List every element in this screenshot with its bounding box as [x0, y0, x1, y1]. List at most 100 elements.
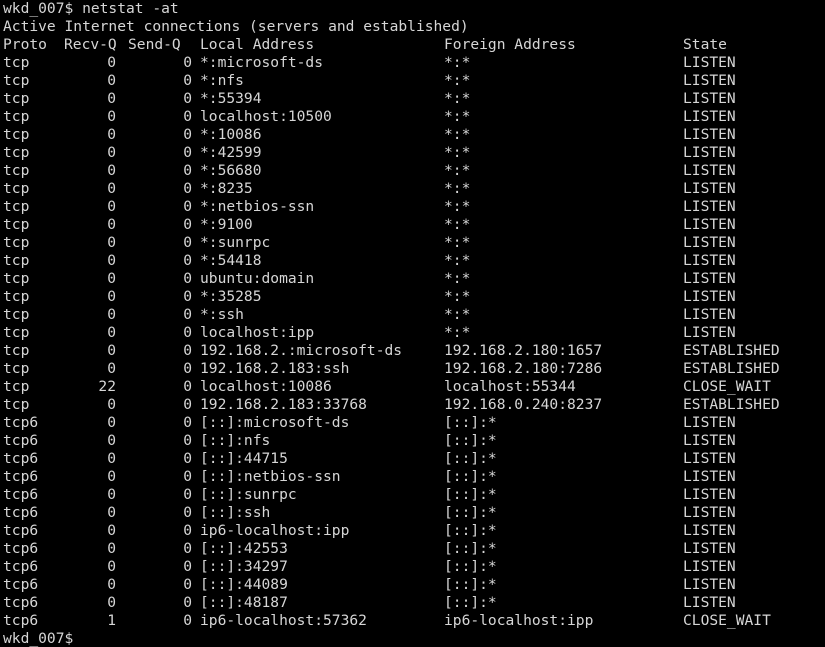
table-row: tcp 0 0 localhost:10500 *:* LISTEN	[0, 108, 825, 126]
cell-state: LISTEN	[683, 252, 736, 269]
cell-send-q: 0	[183, 162, 192, 179]
cell-foreign-address: *:*	[444, 324, 471, 341]
cell-state: LISTEN	[683, 288, 736, 305]
cell-local-address: [::]:netbios-ssn	[200, 468, 341, 485]
cell-foreign-address: [::]:*	[444, 594, 497, 611]
cell-local-address: localhost:ipp	[200, 324, 315, 341]
cell-state: ESTABLISHED	[683, 360, 780, 377]
cell-send-q: 0	[183, 324, 192, 341]
cell-state: LISTEN	[683, 450, 736, 467]
cell-local-address: [::]:48187	[200, 594, 288, 611]
cell-state: LISTEN	[683, 72, 736, 89]
cell-foreign-address: [::]:*	[444, 432, 497, 449]
cell-local-address: [::]:44089	[200, 576, 288, 593]
cell-foreign-address: localhost:55344	[444, 378, 576, 395]
table-row: tcp6 0 0 [::]:44089 [::]:* LISTEN	[0, 576, 825, 594]
cell-send-q: 0	[183, 180, 192, 197]
cell-state: LISTEN	[683, 270, 736, 287]
cell-foreign-address: 192.168.2.180:1657	[444, 342, 603, 359]
cell-send-q: 0	[183, 72, 192, 89]
table-row: tcp6 0 0 [::]:34297 [::]:* LISTEN	[0, 558, 825, 576]
cell-foreign-address: *:*	[444, 270, 471, 287]
table-row: tcp6 0 0 [::]:ssh [::]:* LISTEN	[0, 504, 825, 522]
header-recv-q: Recv-Q	[64, 36, 117, 53]
cell-send-q: 0	[183, 450, 192, 467]
cell-local-address: 192.168.2.183:33768	[200, 396, 367, 413]
table-row: tcp6 0 0 [::]:netbios-ssn [::]:* LISTEN	[0, 468, 825, 486]
table-row: tcp 0 0 *:8235 *:* LISTEN	[0, 180, 825, 198]
cell-local-address: [::]:microsoft-ds	[200, 414, 350, 431]
cell-foreign-address: *:*	[444, 198, 471, 215]
cell-local-address: *:netbios-ssn	[200, 198, 315, 215]
table-row: tcp6 0 0 [::]:sunrpc [::]:* LISTEN	[0, 486, 825, 504]
cell-send-q: 0	[183, 522, 192, 539]
cell-local-address: ip6-localhost:57362	[200, 612, 367, 629]
cell-state: LISTEN	[683, 558, 736, 575]
cell-send-q: 0	[183, 360, 192, 377]
header-local-address: Local Address	[200, 36, 315, 53]
table-row: tcp 0 0 *:42599 *:* LISTEN	[0, 144, 825, 162]
cell-local-address: *:nfs	[200, 72, 244, 89]
cell-send-q: 0	[183, 558, 192, 575]
cell-state: LISTEN	[683, 54, 736, 71]
cell-state: ESTABLISHED	[683, 396, 780, 413]
netstat-banner: Active Internet connections (servers and…	[3, 18, 469, 35]
table-row: tcp 0 0 192.168.2.:microsoft-ds 192.168.2.18…	[0, 342, 825, 360]
cell-foreign-address: *:*	[444, 144, 471, 161]
cell-send-q: 0	[183, 90, 192, 107]
terminal-window[interactable]: wkd_007$ netstat -at Active Internet con…	[0, 0, 825, 647]
cell-local-address: localhost:10500	[200, 108, 332, 125]
table-row: tcp 0 0 *:54418 *:* LISTEN	[0, 252, 825, 270]
cell-state: LISTEN	[683, 504, 736, 521]
cell-state: CLOSE_WAIT	[683, 378, 771, 395]
cell-local-address: *:10086	[200, 126, 262, 143]
table-row: tcp 0 0 *:9100 *:* LISTEN	[0, 216, 825, 234]
cell-local-address: [::]:42553	[200, 540, 288, 557]
cell-local-address: 192.168.2.:microsoft-ds	[200, 342, 403, 359]
cell-state: LISTEN	[683, 432, 736, 449]
cell-send-q: 0	[183, 378, 192, 395]
cell-local-address: [::]:ssh	[200, 504, 271, 521]
cell-send-q: 0	[183, 306, 192, 323]
cell-foreign-address: *:*	[444, 216, 471, 233]
cell-send-q: 0	[183, 342, 192, 359]
cell-foreign-address: *:*	[444, 180, 471, 197]
cell-foreign-address: [::]:*	[444, 504, 497, 521]
cell-foreign-address: *:*	[444, 288, 471, 305]
cell-local-address: [::]:sunrpc	[200, 486, 297, 503]
cell-state: LISTEN	[683, 306, 736, 323]
cell-send-q: 0	[183, 594, 192, 611]
cell-state: LISTEN	[683, 324, 736, 341]
cell-send-q: 0	[183, 126, 192, 143]
cell-state: LISTEN	[683, 144, 736, 161]
table-row: tcp 0 0 *:nfs *:* LISTEN	[0, 72, 825, 90]
cell-send-q: 0	[183, 108, 192, 125]
table-row: tcp 0 0 192.168.2.183:ssh 192.168.2.180:7286…	[0, 360, 825, 378]
table-row: tcp6 0 0 ip6-localhost:ipp [::]:* LISTEN	[0, 522, 825, 540]
table-row: tcp 0 0 ubuntu:domain *:* LISTEN	[0, 270, 825, 288]
cell-state: LISTEN	[683, 414, 736, 431]
cell-local-address: *:ssh	[200, 306, 244, 323]
table-row: tcp 22 0 localhost:10086 localhost:55344 CLOS…	[0, 378, 825, 396]
table-row: tcp 0 0 *:56680 *:* LISTEN	[0, 162, 825, 180]
command-line: wkd_007$ netstat -at	[3, 0, 179, 17]
cell-foreign-address: [::]:*	[444, 558, 497, 575]
cell-state: LISTEN	[683, 198, 736, 215]
cell-local-address: *:35285	[200, 288, 262, 305]
connection-rows: tcp 0 0 *:microsoft-ds *:* LISTEN tcp 0 0 *:nfs *:…	[0, 54, 825, 630]
table-row: tcp 0 0 *:55394 *:* LISTEN	[0, 90, 825, 108]
cell-foreign-address: *:*	[444, 108, 471, 125]
cell-state: ESTABLISHED	[683, 342, 780, 359]
table-header-row: Proto Recv-Q Send-Q Local Address Foreig…	[0, 36, 825, 54]
cell-send-q: 0	[183, 432, 192, 449]
cell-local-address: [::]:nfs	[200, 432, 271, 449]
cell-local-address: 192.168.2.183:ssh	[200, 360, 350, 377]
cell-foreign-address: *:*	[444, 306, 471, 323]
cell-foreign-address: [::]:*	[444, 486, 497, 503]
table-row: tcp 0 0 *:35285 *:* LISTEN	[0, 288, 825, 306]
cell-foreign-address: *:*	[444, 162, 471, 179]
cell-local-address: *:microsoft-ds	[200, 54, 324, 71]
cell-send-q: 0	[183, 198, 192, 215]
cell-state: CLOSE_WAIT	[683, 612, 771, 629]
table-row: tcp 0 0 *:ssh *:* LISTEN	[0, 306, 825, 324]
